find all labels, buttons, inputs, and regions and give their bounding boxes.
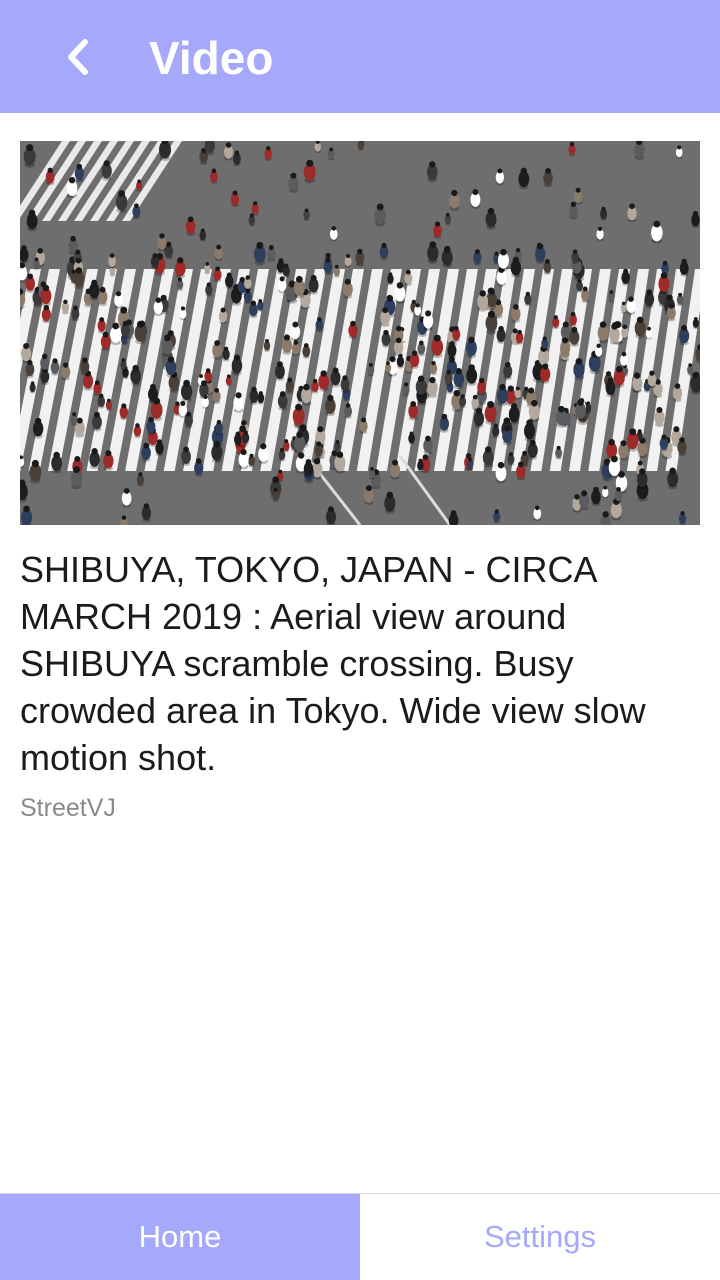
video-thumbnail-image (20, 141, 700, 525)
app-screen: Video SHIBUYA, TOKYO, JAPAN - CIRCA MARC… (0, 0, 720, 1280)
video-author: StreetVJ (20, 794, 116, 822)
bottom-navigation: Home Settings (0, 1193, 720, 1280)
video-thumbnail[interactable] (20, 141, 700, 525)
video-title: SHIBUYA, TOKYO, JAPAN - CIRCA MARCH 2019… (20, 549, 646, 778)
tab-settings[interactable]: Settings (360, 1194, 720, 1280)
tab-home[interactable]: Home (0, 1194, 360, 1280)
top-app-bar: Video (0, 0, 720, 113)
chevron-left-icon (68, 39, 88, 75)
back-button[interactable] (48, 24, 108, 90)
page-title: Video (149, 32, 274, 84)
